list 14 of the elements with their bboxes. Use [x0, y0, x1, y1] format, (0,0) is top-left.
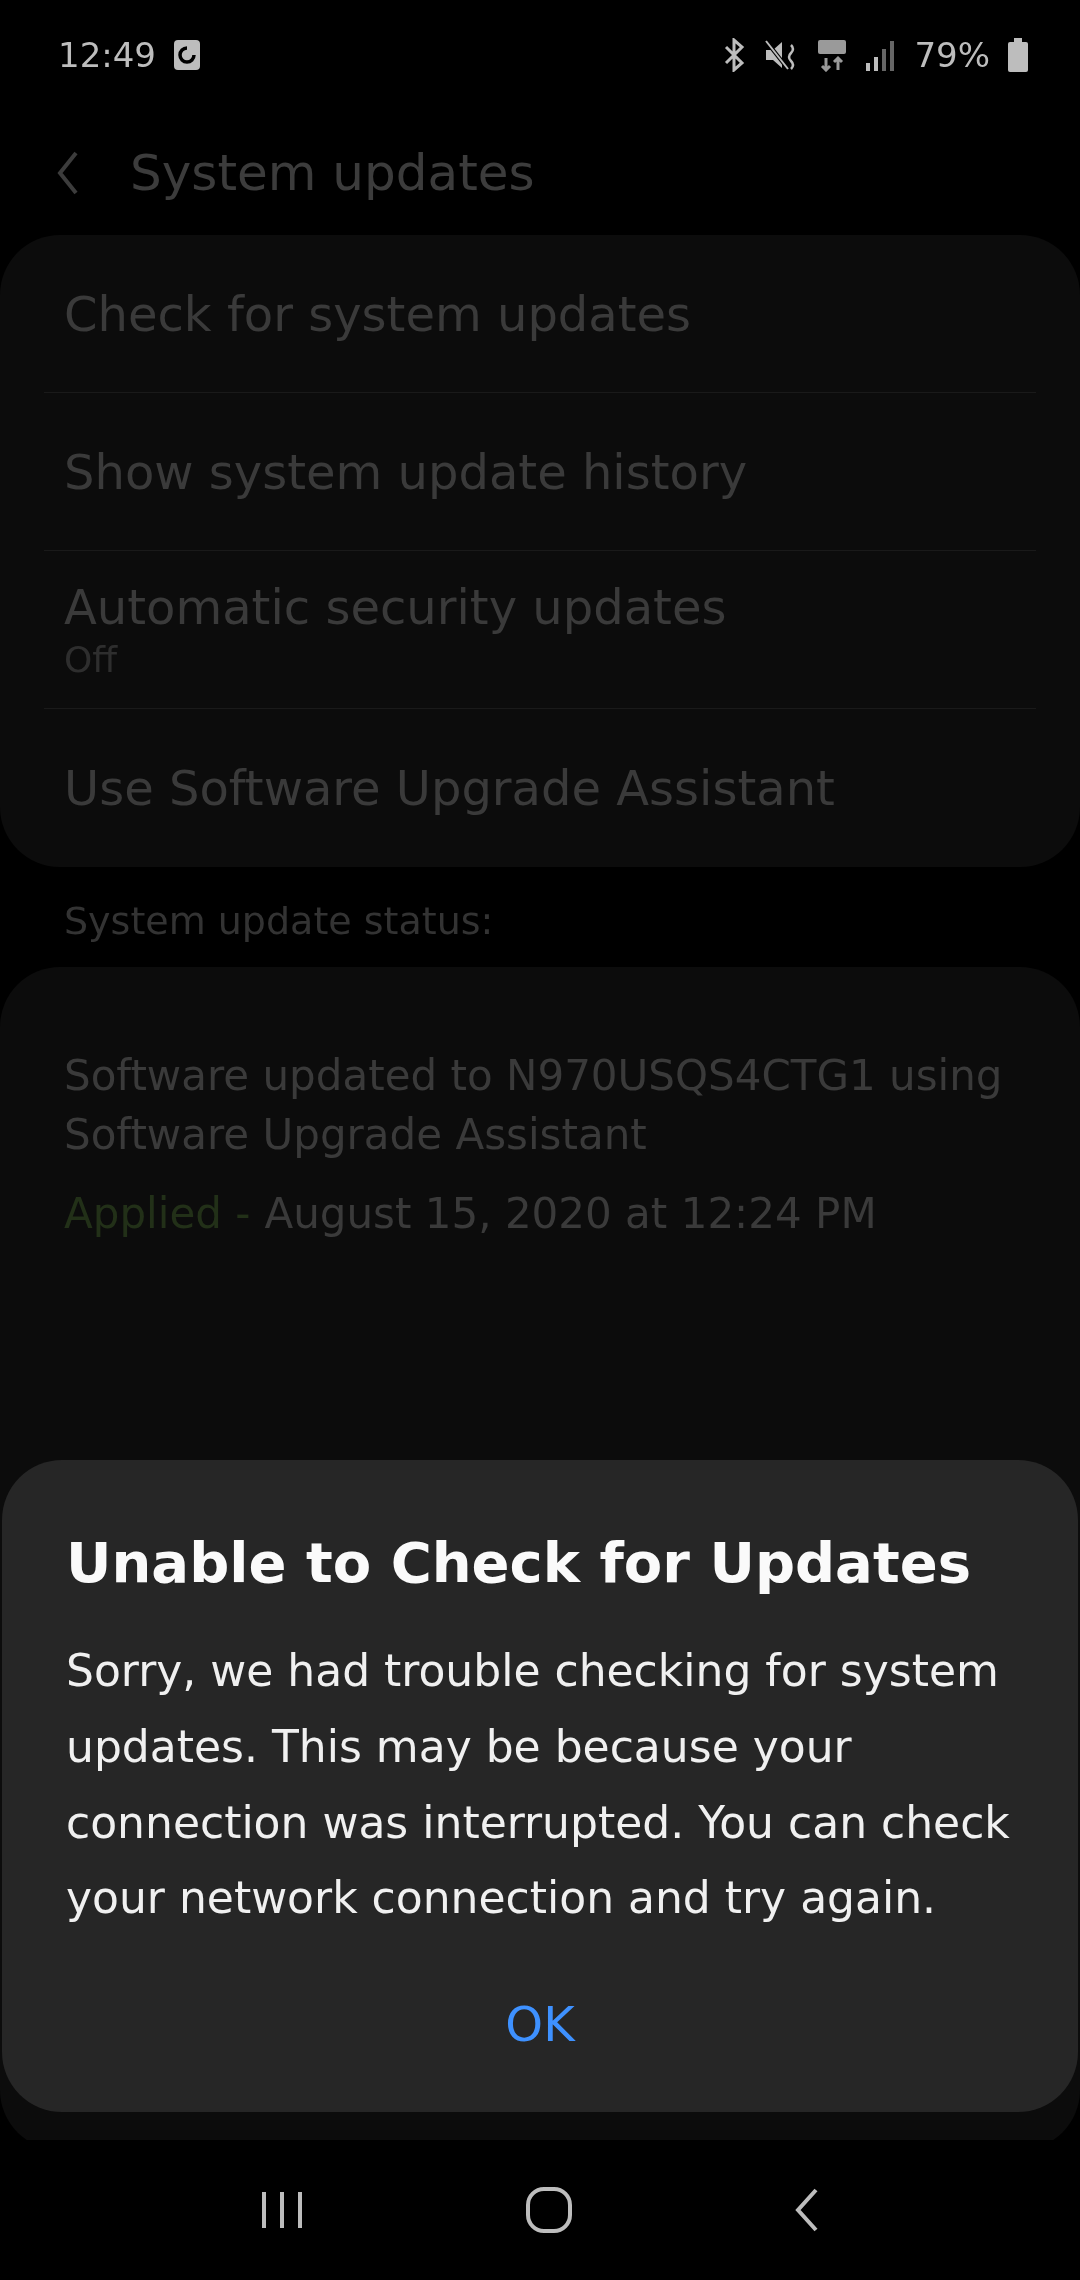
dialog-title: Unable to Check for Updates — [66, 1530, 972, 1596]
notification-icon — [174, 40, 200, 70]
home-icon[interactable] — [525, 2186, 573, 2234]
page-title: System updates — [130, 143, 535, 202]
dialog-message: Sorry, we had trouble checking for system updates. This may be because your connection was interrupted. You can check your network connection and try again. — [66, 1644, 1011, 1926]
network-icon — [816, 38, 849, 72]
signal-icon — [866, 39, 897, 71]
back-icon[interactable] — [793, 2188, 820, 2232]
bluetooth-icon — [722, 38, 747, 72]
battery-icon — [1008, 38, 1028, 72]
ok-button[interactable]: OK — [465, 1976, 615, 2072]
recent-apps-icon[interactable] — [260, 2190, 305, 2230]
battery-percentage: 79% — [914, 35, 990, 75]
clock: 12:49 — [58, 35, 156, 75]
